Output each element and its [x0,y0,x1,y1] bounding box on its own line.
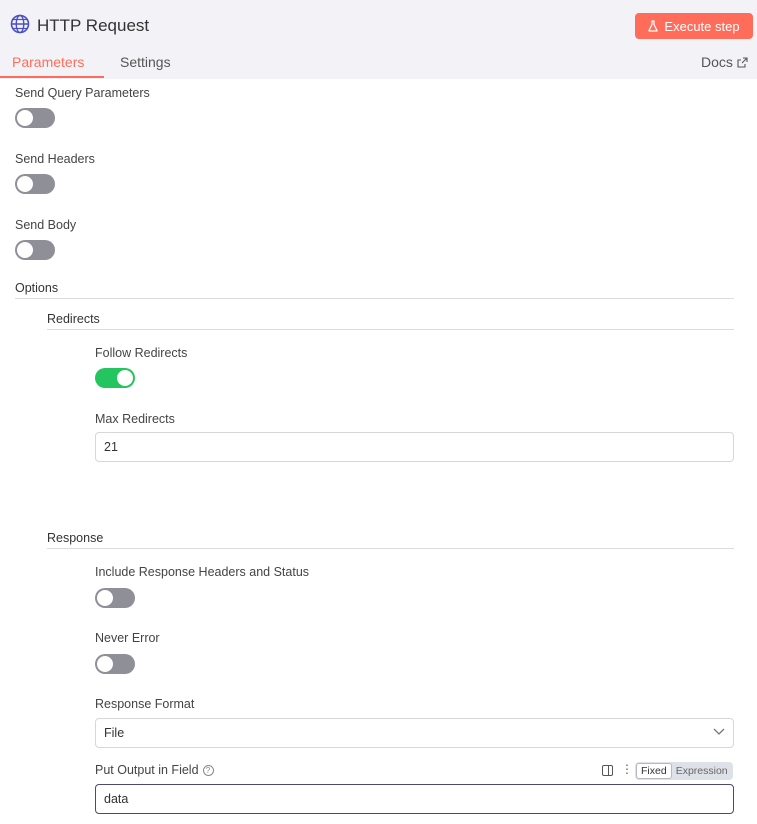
send-query-label: Send Query Parameters [15,86,150,100]
options-divider [15,298,734,299]
mode-expression-button[interactable]: Expression [672,765,732,777]
never-error-toggle[interactable] [95,654,135,674]
max-redirects-value: 21 [104,440,118,454]
globe-icon [10,14,30,34]
send-query-toggle[interactable] [15,108,55,128]
output-field-value: data [104,792,129,806]
docs-link[interactable]: Docs [701,54,748,70]
response-divider [47,548,734,549]
send-headers-label: Send Headers [15,152,95,166]
output-field-input[interactable]: data [95,784,734,814]
more-options-icon[interactable]: ⋮ [621,762,633,776]
output-field-label: Put Output in Field? [95,763,214,777]
follow-redirects-label: Follow Redirects [95,346,188,360]
docs-label: Docs [701,54,733,70]
active-tab-indicator [0,76,104,78]
response-format-select[interactable]: File [95,718,734,748]
max-redirects-label: Max Redirects [95,412,175,426]
help-icon[interactable]: ? [202,765,214,777]
redirects-divider [47,329,734,330]
tab-parameters[interactable]: Parameters [12,54,84,70]
toggle-knob [97,656,113,672]
options-heading: Options [15,281,59,295]
toggle-knob [17,242,33,258]
response-heading: Response [47,531,104,545]
send-headers-toggle[interactable] [15,174,55,194]
toggle-knob [97,590,113,606]
mode-fixed-button[interactable]: Fixed [636,763,672,779]
output-field-label-text: Put Output in Field [95,763,199,777]
fixed-expression-toggle[interactable]: Fixed Expression [635,762,733,780]
toggle-knob [17,110,33,126]
toggle-knob [17,176,33,192]
execute-step-button[interactable]: Execute step [635,13,753,39]
include-headers-label: Include Response Headers and Status [95,565,310,579]
redirects-heading: Redirects [47,312,100,326]
execute-step-label: Execute step [664,18,740,34]
send-body-toggle[interactable] [15,240,55,260]
tab-settings[interactable]: Settings [120,54,171,70]
toggle-knob [117,370,133,386]
node-header: HTTP Request Execute step Parameters Set… [0,0,757,79]
response-format-value: File [104,726,125,740]
include-headers-toggle[interactable] [95,588,135,608]
flask-icon [648,20,659,32]
send-body-label: Send Body [15,218,77,232]
max-redirects-input[interactable]: 21 [95,432,734,462]
follow-redirects-toggle[interactable] [95,368,135,388]
never-error-label: Never Error [95,631,160,645]
response-format-label: Response Format [95,697,195,711]
panel-icon[interactable] [602,765,613,776]
external-link-icon [737,56,748,68]
chevron-down-icon [713,728,725,735]
node-title: HTTP Request [37,16,150,35]
